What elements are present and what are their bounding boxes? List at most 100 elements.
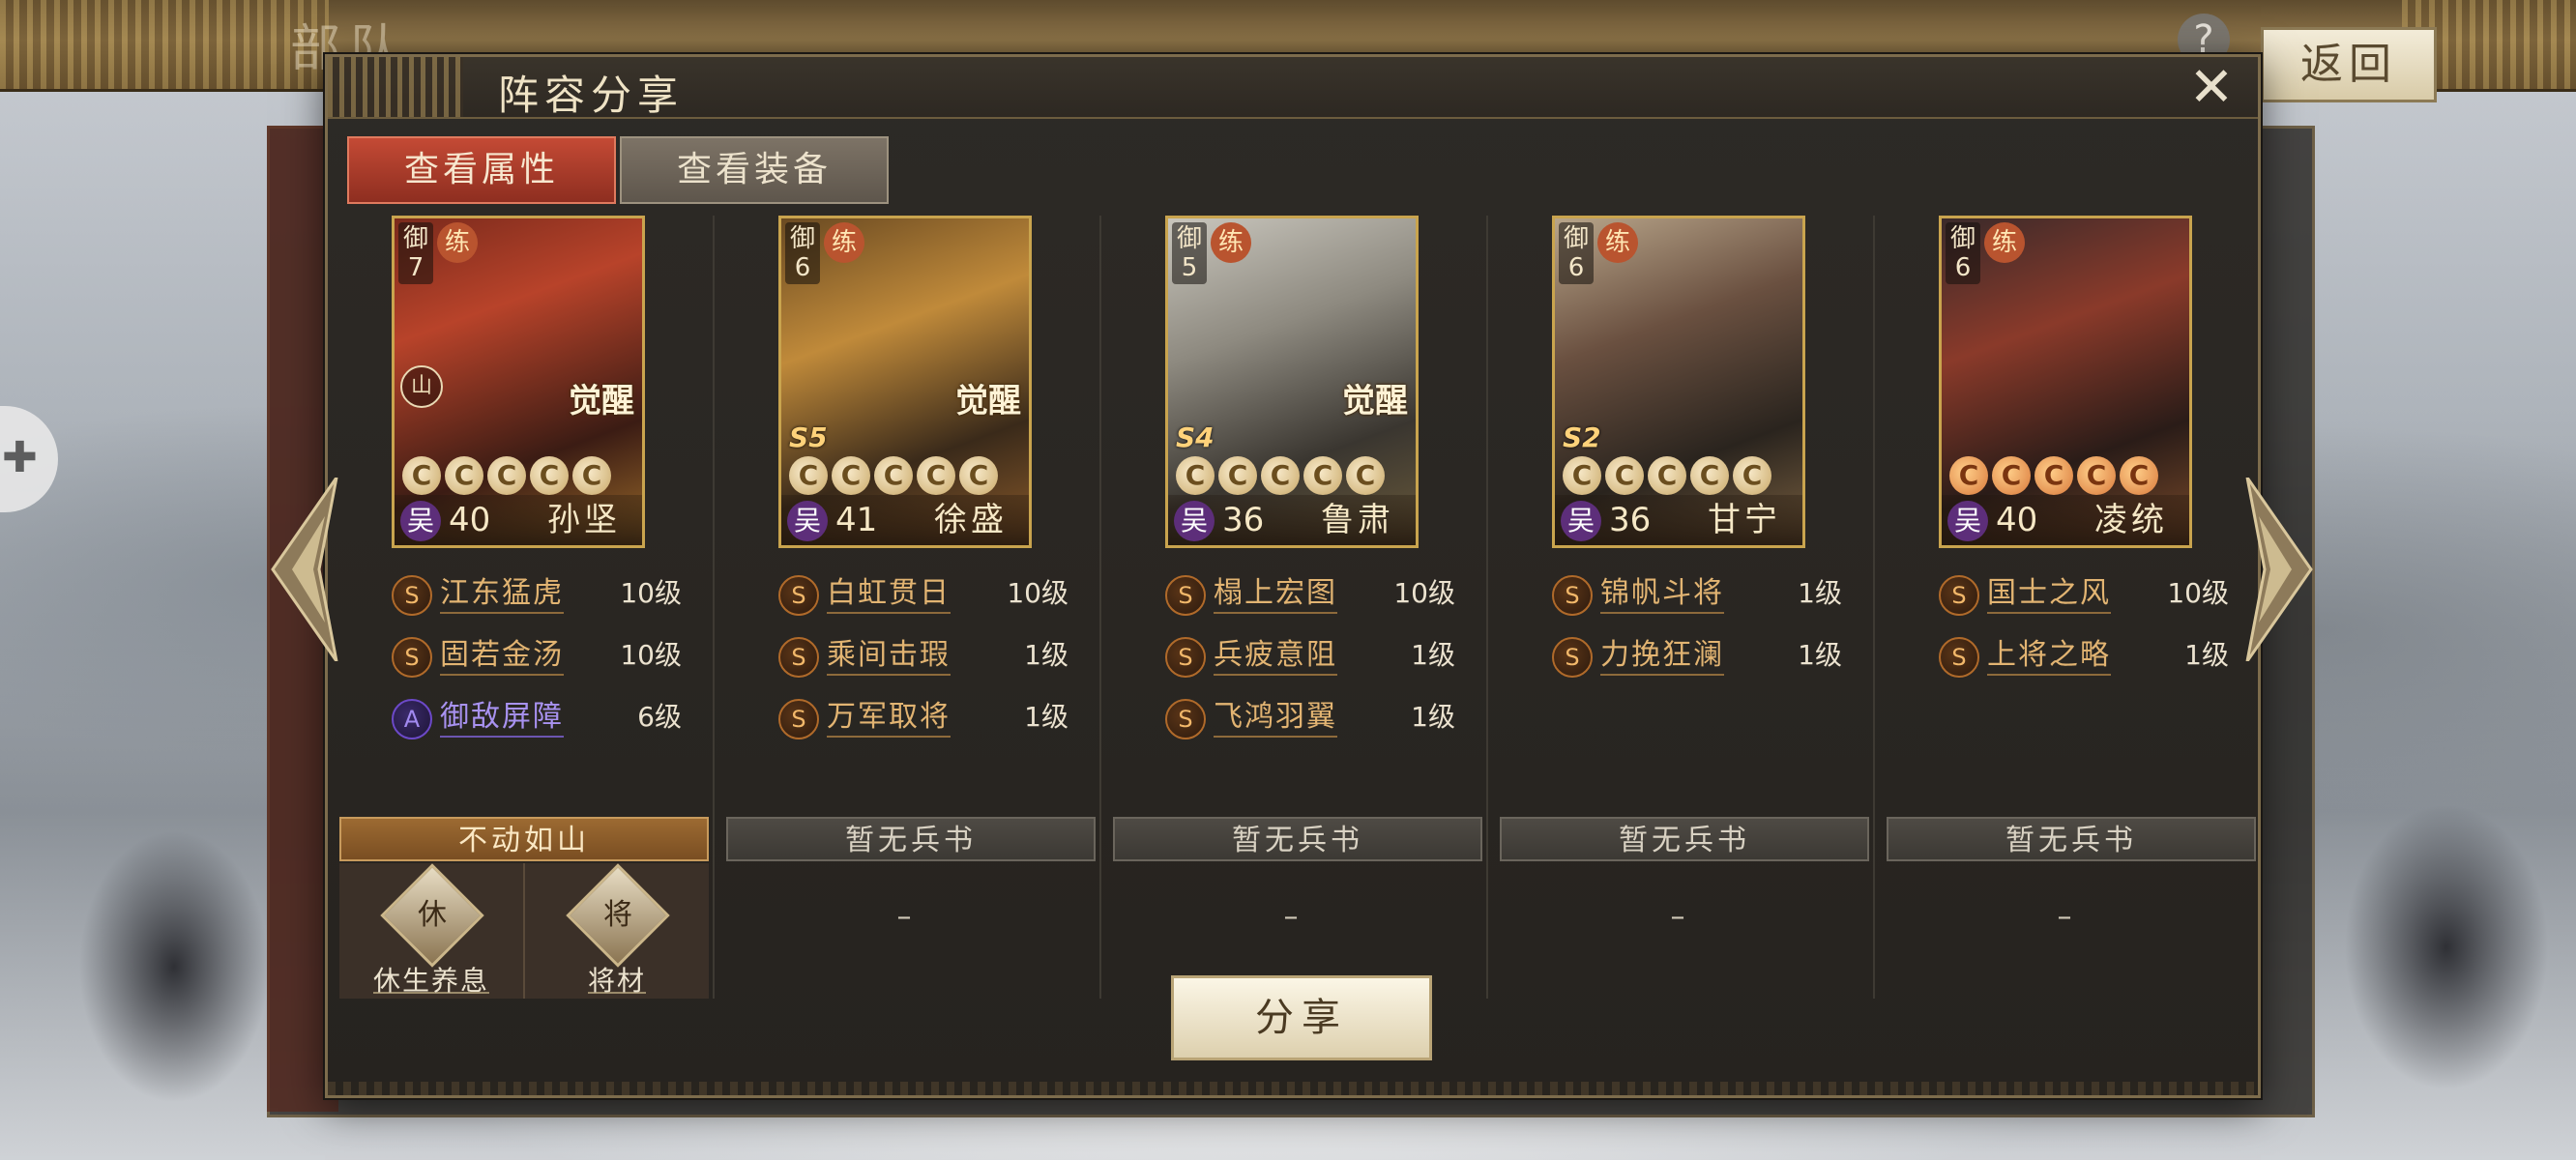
- skill-grade-badge: S: [1165, 637, 1206, 678]
- skill-grade-badge: S: [1552, 575, 1593, 616]
- star-icon: C: [832, 456, 870, 495]
- background-soldier-right: [2301, 735, 2576, 1160]
- skill-row: S 锦帆斗将 1级: [1552, 569, 1842, 620]
- star-icon: C: [1261, 456, 1300, 495]
- tab-view-attributes[interactable]: 查看属性: [347, 136, 616, 204]
- skill-level: 1级: [1024, 701, 1068, 733]
- star-icon: C: [1218, 456, 1257, 495]
- star-icon: C: [917, 456, 955, 495]
- tab-view-equipment[interactable]: 查看装备: [620, 136, 889, 204]
- skill-grade-badge: S: [392, 637, 432, 678]
- skill-row: S 万军取将 1级: [778, 693, 1068, 743]
- puzzle-icon: ✚: [2, 433, 38, 482]
- general-name: 鲁肃: [1321, 501, 1394, 539]
- troop-level: 6: [794, 253, 811, 282]
- star-row: CCCCC: [402, 456, 634, 495]
- star-icon: C: [1733, 456, 1771, 495]
- general-card[interactable]: 御 5 练觉醒 S4 C C C C C 吴 36 鲁肃: [1165, 216, 1419, 548]
- skill-row: S 白虹贯日 10级: [778, 569, 1068, 620]
- war-book-empty: –: [896, 900, 912, 934]
- skill-name-link[interactable]: 固若金汤: [440, 637, 564, 676]
- awaken-label: 觉醒: [955, 382, 1021, 420]
- star-row: CCCCC: [1949, 456, 2181, 495]
- skill-name-link[interactable]: 飞鸿羽翼: [1214, 699, 1337, 738]
- star-icon: C: [1303, 456, 1342, 495]
- skill-name-link[interactable]: 万军取将: [827, 699, 951, 738]
- faction-badge: 吴: [1174, 501, 1215, 541]
- skill-grade-badge: S: [1552, 637, 1593, 678]
- star-row: CCCCC: [789, 456, 1021, 495]
- war-book-title: 暂无兵书: [1887, 817, 2256, 861]
- prev-arrow-icon[interactable]: [269, 477, 340, 662]
- war-book-panel: 休休生养息将将材: [339, 863, 709, 999]
- skill-name-link[interactable]: 兵疲意阻: [1214, 637, 1337, 676]
- general-card[interactable]: 御 6 练 S2 C C C C C 吴 36 甘宁: [1552, 216, 1805, 548]
- skill-level: 10级: [1007, 577, 1068, 609]
- troop-level: 6: [1567, 253, 1585, 282]
- skill-grade-badge: S: [1165, 699, 1206, 740]
- skill-name-link[interactable]: 乘间击瑕: [827, 637, 951, 676]
- faction-badge: 吴: [400, 501, 441, 541]
- skill-grade-badge: S: [778, 637, 819, 678]
- general-card[interactable]: 御 6 练觉醒 S5 C C C C C 吴 41 徐盛: [778, 216, 1032, 548]
- training-badge: 练: [437, 222, 478, 263]
- troop-type-level: 御6: [1946, 222, 1980, 284]
- skill-name-link[interactable]: 江东猛虎: [440, 575, 564, 614]
- star-icon: C: [530, 456, 569, 495]
- star-rank-label: S5: [789, 421, 828, 453]
- skill-name-link[interactable]: 锦帆斗将: [1600, 575, 1724, 614]
- skill-name-link[interactable]: 榻上宏图: [1214, 575, 1337, 614]
- troop-type-level: 御7: [398, 222, 433, 284]
- skill-name-link[interactable]: 力挽狂澜: [1600, 637, 1724, 676]
- star-icon: C: [1690, 456, 1729, 495]
- star-row: CCCCC: [1563, 456, 1795, 495]
- skill-name-link[interactable]: 国士之风: [1987, 575, 2111, 614]
- star-icon: C: [2120, 456, 2158, 495]
- skill-level: 1级: [2184, 639, 2229, 671]
- skill-grade-badge: S: [392, 575, 432, 616]
- star-row: CCCCC: [1176, 456, 1408, 495]
- general-column: 御 6 练 S2 C C C C C 吴 36 甘宁 S 锦帆斗将 1级 S 力挽狂澜 1级 暂无兵书 –: [1494, 216, 1869, 999]
- skill-name-link[interactable]: 白虹贯日: [827, 575, 951, 614]
- troop-type-label: 御: [402, 224, 428, 253]
- next-arrow-icon[interactable]: [2243, 477, 2315, 662]
- skill-level: 1级: [1411, 701, 1455, 733]
- skill-row: S 力挽狂澜 1级: [1552, 631, 1842, 682]
- column-divider: [1099, 216, 1101, 999]
- skill-row: S 榻上宏图 10级: [1165, 569, 1455, 620]
- war-book-item[interactable]: 休休生养息: [339, 863, 523, 997]
- skill-name-link[interactable]: 上将之略: [1987, 637, 2111, 676]
- dialog-bottom-ornament: [328, 1082, 2258, 1095]
- general-card[interactable]: 御 6 练 C C C C C 吴 40 凌统: [1939, 216, 2192, 548]
- general-name: 徐盛: [934, 501, 1008, 539]
- skill-level: 6级: [637, 701, 682, 733]
- general-cost: 40: [449, 501, 491, 539]
- star-rank-label: S2: [1563, 421, 1601, 453]
- star-icon: C: [2077, 456, 2116, 495]
- general-name: 孙坚: [547, 501, 621, 539]
- troop-type-level: 御5: [1172, 222, 1207, 284]
- lineup-share-dialog: 阵容分享 ✕ 查看属性 查看装备 御 7 练觉醒山 C C C C C 吴 40 孙坚 S 江东猛虎 10…: [325, 54, 2261, 1098]
- war-book-title: 暂无兵书: [1113, 817, 1482, 861]
- training-badge: 练: [824, 222, 864, 263]
- war-book-title[interactable]: 不动如山: [339, 817, 709, 861]
- war-book-empty: –: [1283, 900, 1299, 934]
- star-icon: C: [445, 456, 483, 495]
- header-ornament: [328, 57, 463, 117]
- banner-ornament-left: [0, 0, 329, 89]
- war-book-item-label: 将材: [525, 960, 709, 999]
- star-icon: C: [1605, 456, 1644, 495]
- troop-type-label: 御: [1176, 224, 1202, 253]
- skill-grade-badge: S: [1165, 575, 1206, 616]
- general-card[interactable]: 御 7 练觉醒山 C C C C C 吴 40 孙坚: [392, 216, 645, 548]
- skill-row: S 乘间击瑕 1级: [778, 631, 1068, 682]
- return-button[interactable]: 返回: [2261, 27, 2437, 102]
- skill-name-link[interactable]: 御敌屏障: [440, 699, 564, 738]
- skill-grade-badge: S: [1939, 575, 1979, 616]
- close-button[interactable]: ✕: [2184, 61, 2239, 115]
- skill-grade-badge: S: [778, 575, 819, 616]
- faction-badge: 吴: [1561, 501, 1601, 541]
- share-button[interactable]: 分享: [1171, 975, 1432, 1060]
- war-book-item[interactable]: 将将材: [525, 863, 709, 999]
- war-book-empty: –: [2057, 900, 2072, 934]
